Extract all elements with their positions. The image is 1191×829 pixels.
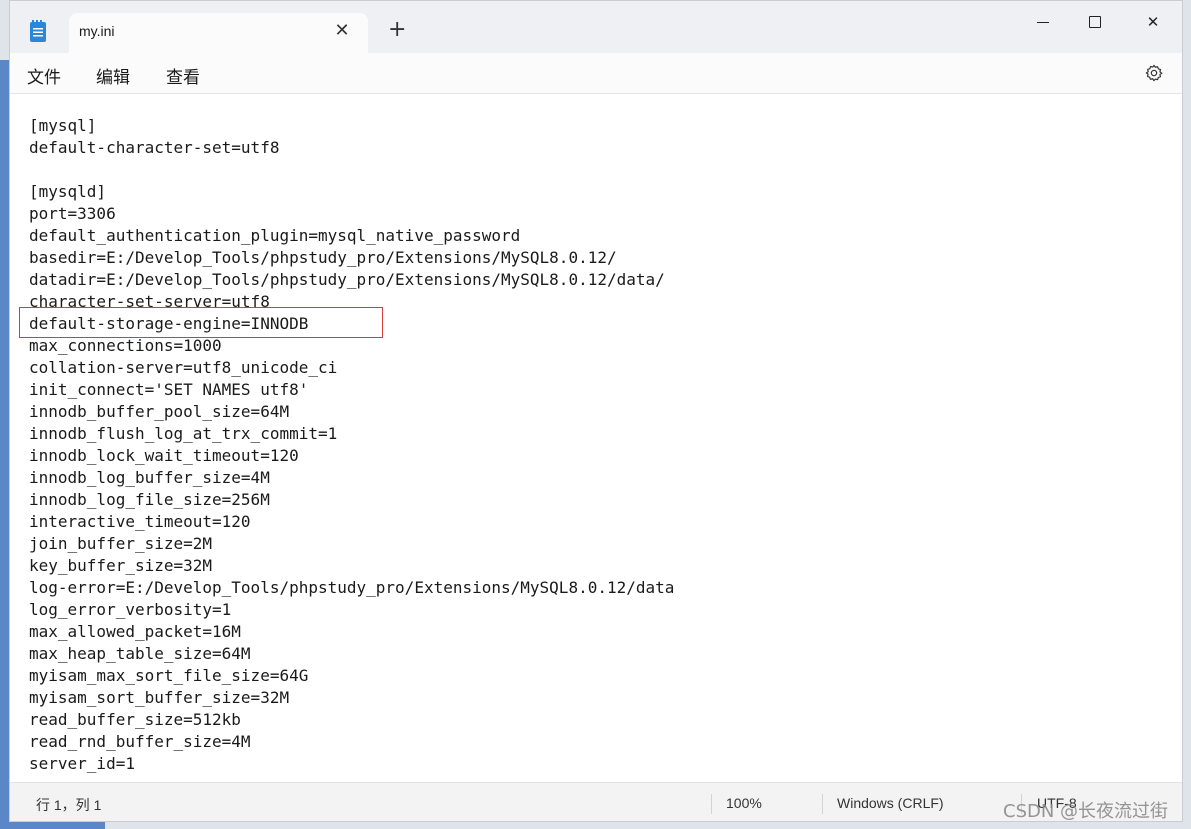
editor-line: log_error_verbosity=1 [29,600,232,619]
editor-line: read_rnd_buffer_size=4M [29,732,251,751]
cursor-position[interactable]: 行 1，列 1 [36,795,101,815]
minimize-button[interactable] [1020,7,1066,37]
editor-line: innodb_flush_log_at_trx_commit=1 [29,424,338,443]
maximize-button[interactable] [1072,7,1118,37]
editor-line: basedir=E:/Develop_Tools/phpstudy_pro/Ex… [29,248,617,267]
editor-line: innodb_log_buffer_size=4M [29,468,270,487]
editor-line: collation-server=utf8_unicode_ci [29,358,338,377]
editor-line: [mysqld] [29,182,107,201]
tab-title: my.ini [79,23,115,39]
editor-line: server_id=1 [29,754,135,773]
editor-line: join_buffer_size=2M [29,534,213,553]
editor-line: init_connect='SET NAMES utf8' [29,380,309,399]
notepad-app-icon [30,20,46,42]
editor-line: log-error=E:/Develop_Tools/phpstudy_pro/… [29,578,675,597]
editor-line: read_buffer_size=512kb [29,710,241,729]
status-divider [822,794,823,814]
editor-line: default_authentication_plugin=mysql_nati… [29,226,521,245]
editor-line: innodb_log_file_size=256M [29,490,270,509]
editor-line: myisam_sort_buffer_size=32M [29,688,290,707]
editor-line: myisam_max_sort_file_size=64G [29,666,309,685]
csdn-watermark: CSDN @长夜流过街 [1003,801,1169,822]
editor-line: key_buffer_size=32M [29,556,213,575]
status-divider [711,794,712,814]
editor-line: port=3306 [29,204,116,223]
background-desktop-strip [0,60,9,829]
tab-my-ini[interactable]: my.ini ✕ [69,13,368,53]
menu-file[interactable]: 文件 [27,63,61,88]
notepad-window: my.ini ✕ + ✕ 文件 编辑 查看 [mysql] default-ch… [9,0,1183,822]
new-tab-plus-icon[interactable]: + [388,19,406,41]
menu-view[interactable]: 查看 [166,63,200,88]
tab-close-icon[interactable]: ✕ [334,22,350,40]
editor-line: innodb_lock_wait_timeout=120 [29,446,299,465]
editor-line: [mysql] [29,116,97,135]
annotation-highlight-box [19,307,383,338]
gear-icon[interactable] [1144,63,1164,83]
close-window-button[interactable]: ✕ [1130,7,1176,37]
line-ending[interactable]: Windows (CRLF) [837,795,944,811]
zoom-level[interactable]: 100% [726,795,762,811]
menu-edit[interactable]: 编辑 [96,63,130,88]
title-bar: my.ini ✕ + ✕ [10,1,1182,53]
menu-bar: 文件 编辑 查看 [10,53,1182,94]
editor-line: max_heap_table_size=64M [29,644,251,663]
editor-line: innodb_buffer_pool_size=64M [29,402,290,421]
editor-line: default-character-set=utf8 [29,138,280,157]
background-desktop-strip-bottom [0,822,105,829]
editor-line: max_connections=1000 [29,336,222,355]
editor-line: interactive_timeout=120 [29,512,251,531]
text-editor-area[interactable]: [mysql] default-character-set=utf8 [mysq… [10,94,1182,782]
editor-line: datadir=E:/Develop_Tools/phpstudy_pro/Ex… [29,270,665,289]
editor-line: max_allowed_packet=16M [29,622,241,641]
